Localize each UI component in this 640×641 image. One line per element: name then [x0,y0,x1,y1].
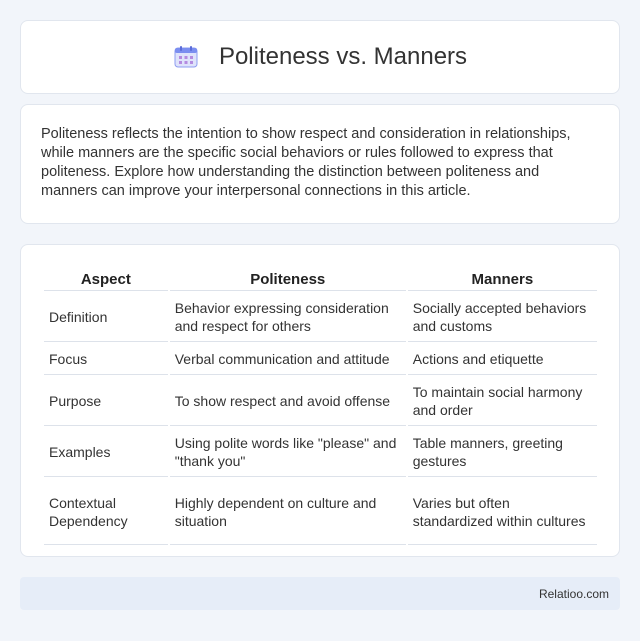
row-aspect-cell: Focus [44,344,168,375]
politeness-cell: Behavior expressing consideration and re… [169,293,406,342]
politeness-cell: To show respect and avoid offense [169,377,406,426]
row-aspect-cell: Contextual Dependency [44,479,168,545]
manners-cell: Socially accepted behaviors and customs [407,293,597,342]
politeness-cell: Verbal communication and attitude [169,344,406,375]
calendar-icon [173,45,199,69]
row-aspect-cell: Purpose [44,377,168,426]
title-wrap: Politeness vs. Manners [173,43,467,71]
page-title: Politeness vs. Manners [218,43,468,70]
comparison-card: Aspect Politeness Manners Definition Beh… [20,244,620,557]
intro-card: Politeness reflects the intention to sho… [20,104,620,224]
table-row: Contextual Dependency Highly dependent o… [44,479,597,545]
footer-site-name: Relatioo.com [538,586,609,601]
table-row: Focus Verbal communication and attitude … [44,344,597,375]
table-row: Purpose To show respect and avoid offens… [44,377,597,426]
title-card: Politeness vs. Manners [20,20,620,94]
footer-bar: Relatioo.com [20,577,620,610]
intro-paragraph: Politeness reflects the intention to sho… [41,126,571,199]
table-header-row: Aspect Politeness Manners [44,267,597,291]
column-header-aspect: Aspect [44,267,168,291]
comparison-table: Aspect Politeness Manners Definition Beh… [42,265,599,547]
row-aspect-cell: Definition [44,293,168,342]
column-header-manners: Manners [407,267,597,291]
row-aspect-cell: Examples [44,428,168,477]
table-row: Definition Behavior expressing considera… [44,293,597,342]
manners-cell: Actions and etiquette [407,344,597,375]
manners-cell: To maintain social harmony and order [407,377,597,426]
politeness-cell: Using polite words like "please" and "th… [169,428,406,477]
manners-cell: Table manners, greeting gestures [407,428,597,477]
table-row: Examples Using polite words like "please… [44,428,597,477]
manners-cell: Varies but often standardized within cul… [407,479,597,545]
politeness-cell: Highly dependent on culture and situatio… [169,479,406,545]
column-header-politeness: Politeness [169,267,406,291]
